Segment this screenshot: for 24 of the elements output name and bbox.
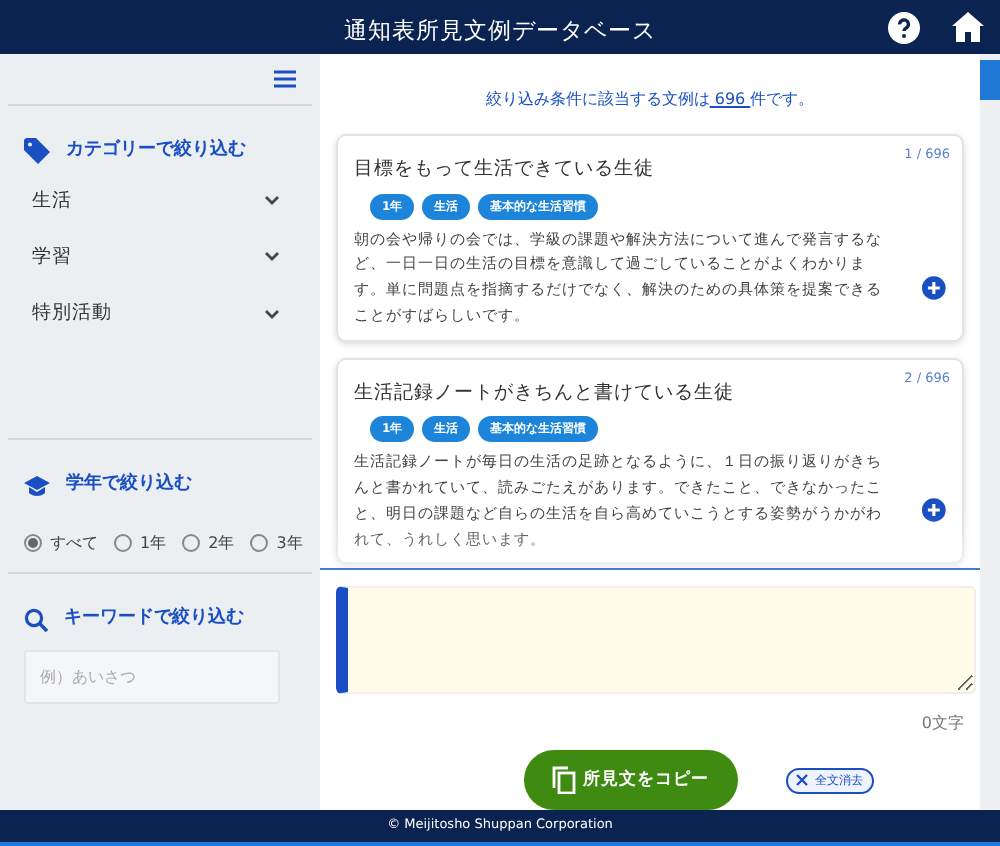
- copy-button[interactable]: 所見文をコピー: [523, 750, 737, 810]
- example-title: 生活記録ノートがきちんと書けている生徒: [354, 379, 736, 408]
- grade-radio[interactable]: 3年: [250, 531, 303, 556]
- grade-radio[interactable]: 2年: [182, 531, 235, 556]
- category-item[interactable]: 特別活動: [24, 286, 296, 343]
- grade-radio[interactable]: 1年: [114, 531, 167, 556]
- section-title: キーワードで絞り込む: [64, 605, 244, 632]
- category-item[interactable]: 生活: [24, 173, 296, 230]
- category-label: 生活: [32, 187, 72, 215]
- category-label: 特別活動: [32, 300, 112, 328]
- category-item[interactable]: 学習: [24, 229, 296, 286]
- section-title: 学年で絞り込む: [66, 472, 192, 499]
- app-title: 通知表所見文例データベース: [344, 15, 656, 43]
- radio-label: 1年: [140, 531, 167, 556]
- category-label: 学習: [32, 243, 72, 272]
- grade-radio[interactable]: すべて: [24, 531, 98, 556]
- radio-label: すべて: [50, 531, 98, 556]
- radio-label: 2年: [208, 531, 235, 556]
- section-title: カテゴリーで絞り込む: [66, 138, 246, 164]
- example-title: 目標をもって生活できている生徒: [354, 156, 656, 184]
- character-count: 0文字: [921, 714, 964, 732]
- keyword-field[interactable]: 例）あいさつ: [24, 650, 280, 705]
- result-summary: 絞り込み条件に該当する文例は 696 件です。: [485, 90, 815, 108]
- radio-label: 3年: [276, 531, 303, 556]
